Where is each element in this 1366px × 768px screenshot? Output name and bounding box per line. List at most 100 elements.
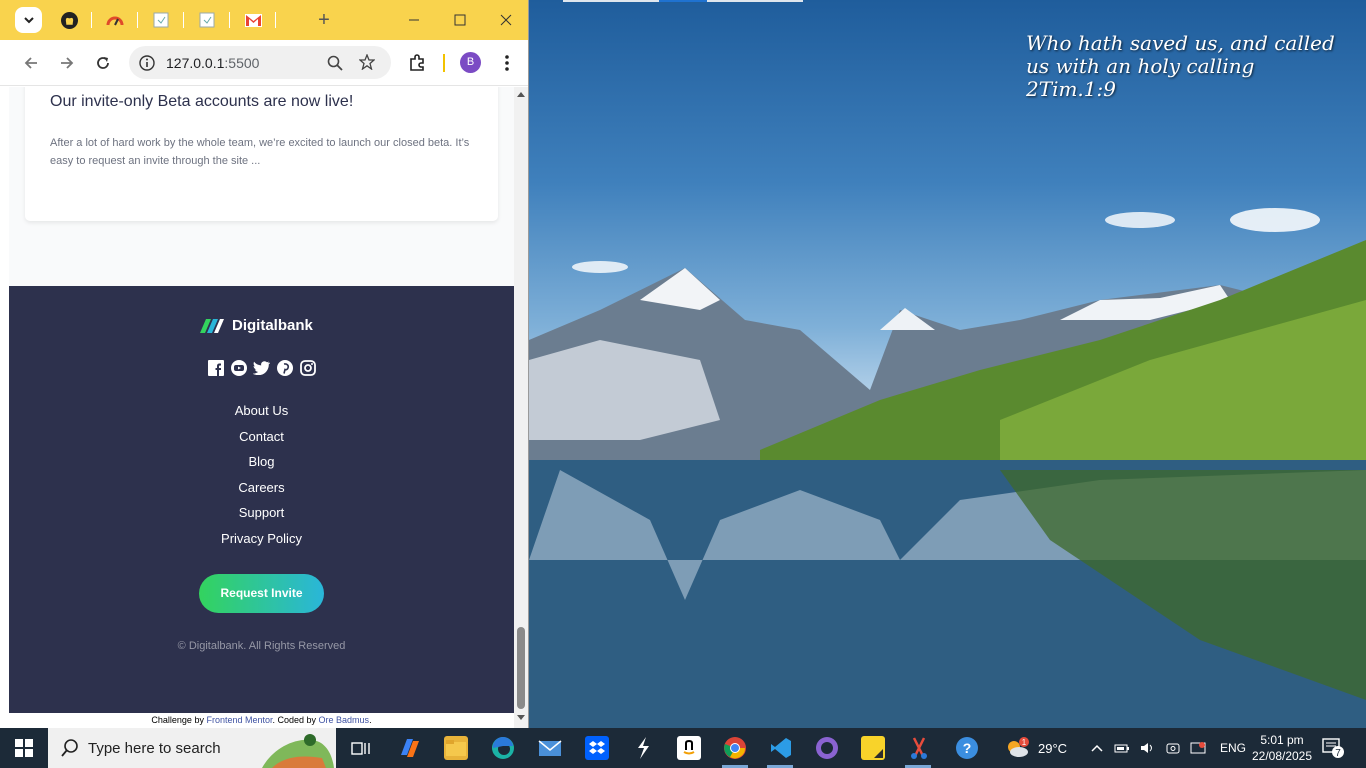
notification-count: 7	[1335, 748, 1341, 759]
camera-icon[interactable]	[1166, 741, 1180, 755]
kebab-menu-icon[interactable]	[504, 54, 510, 72]
reload-button[interactable]	[91, 51, 115, 75]
vscode-button[interactable]	[769, 736, 793, 760]
article-excerpt: After a lot of hard work by the whole te…	[50, 137, 470, 167]
quote-line: us with an holy calling	[1026, 54, 1255, 78]
address-host: 127.0.0.1	[166, 55, 225, 71]
forward-button[interactable]	[55, 51, 79, 75]
clock-time: 5:01 pm	[1260, 733, 1304, 747]
weather-widget[interactable]: 1 29°C	[1004, 728, 1067, 768]
attribution-middle: . Coded by	[272, 715, 319, 725]
amazon-icon	[683, 739, 695, 755]
file-explorer-icon	[446, 740, 466, 756]
language-indicator[interactable]: ENG	[1220, 741, 1246, 755]
quote-line: Who hath saved us, and called	[1026, 31, 1335, 55]
tab-separator	[91, 12, 92, 28]
article-title[interactable]: Our invite-only Beta accounts are now li…	[50, 93, 353, 111]
maximize-button[interactable]	[448, 8, 472, 32]
footer-link-support[interactable]: Support	[9, 504, 514, 530]
profile-avatar[interactable]: B	[460, 52, 481, 73]
snipping-tool-button[interactable]	[907, 736, 931, 760]
weather-temp: 29°C	[1038, 740, 1068, 756]
pinterest-link[interactable]	[276, 359, 293, 376]
edge-button[interactable]	[491, 736, 515, 760]
desktop-top-strip	[563, 0, 659, 2]
taskbar: Type here to search ? 1 29°C ENG 5:01 pm…	[0, 728, 1366, 768]
help-button[interactable]: ?	[955, 736, 979, 760]
back-button[interactable]	[19, 51, 43, 75]
twitter-link[interactable]	[253, 359, 270, 376]
tab-page-1[interactable]	[151, 10, 171, 30]
dropbox-button[interactable]	[585, 736, 609, 760]
instagram-link[interactable]	[299, 359, 316, 376]
footer-link-contact[interactable]: Contact	[9, 428, 514, 454]
page-icon	[153, 12, 169, 28]
browser-window: + 127.0.0.1:5500 B Our invite-only Beta …	[0, 0, 529, 728]
start-button[interactable]	[0, 728, 48, 768]
pinterest-icon	[276, 359, 293, 376]
article-card[interactable]: Our invite-only Beta accounts are now li…	[25, 87, 498, 221]
copilot-button[interactable]	[397, 736, 421, 760]
snipping-tool-icon	[911, 737, 927, 759]
gmail-icon	[244, 13, 262, 27]
youtube-link[interactable]	[230, 359, 247, 376]
site-info-icon[interactable]	[139, 55, 155, 71]
frontend-mentor-link[interactable]: Frontend Mentor	[206, 715, 272, 725]
tab-github[interactable]	[59, 10, 79, 30]
brand-name: Digitalbank	[232, 317, 313, 334]
address-text[interactable]: 127.0.0.1:5500	[166, 55, 259, 71]
network-icon[interactable]	[1190, 741, 1206, 755]
chevron-up-icon[interactable]	[1090, 742, 1104, 754]
volume-icon[interactable]	[1140, 741, 1156, 755]
page-viewport: Our invite-only Beta accounts are now li…	[9, 87, 514, 728]
scroll-thumb[interactable]	[517, 627, 525, 709]
extensions-icon[interactable]	[408, 54, 426, 72]
minimize-button[interactable]	[402, 8, 426, 32]
footer-logo[interactable]: Digitalbank	[200, 317, 313, 334]
close-button[interactable]	[494, 8, 518, 32]
clock[interactable]: 5:01 pm 22/08/2025	[1244, 732, 1320, 764]
tab-page-2[interactable]	[197, 10, 217, 30]
scroll-down-arrow[interactable]	[517, 715, 525, 720]
app-s-icon	[638, 737, 649, 759]
github-desktop-button[interactable]	[815, 736, 839, 760]
chrome-button[interactable]	[723, 736, 747, 760]
facebook-link[interactable]	[207, 359, 224, 376]
windows-logo-icon	[15, 739, 33, 757]
tab-gmail[interactable]	[243, 10, 263, 30]
file-explorer-button[interactable]	[444, 736, 468, 760]
taskbar-search[interactable]: Type here to search	[48, 728, 336, 768]
footer-link-about[interactable]: About Us	[9, 402, 514, 428]
minimize-icon	[409, 19, 419, 21]
bookmark-star-icon[interactable]	[359, 54, 375, 70]
footer-link-blog[interactable]: Blog	[9, 453, 514, 479]
chevron-down-icon	[23, 17, 34, 24]
tab-separator	[137, 12, 138, 28]
sticky-notes-button[interactable]	[861, 736, 885, 760]
tab-speed[interactable]	[105, 10, 125, 30]
scroll-up-arrow[interactable]	[517, 92, 525, 97]
notification-center-button[interactable]: 7	[1322, 737, 1344, 759]
author-link[interactable]: Ore Badmus	[319, 715, 370, 725]
request-invite-button[interactable]: Request Invite	[199, 574, 324, 613]
search-placeholder: Type here to search	[88, 740, 221, 757]
maximize-icon	[454, 14, 466, 26]
zoom-icon[interactable]	[327, 55, 343, 71]
page-scrollbar[interactable]	[514, 87, 528, 728]
mail-button[interactable]	[538, 736, 562, 760]
facebook-icon	[207, 359, 224, 376]
instagram-icon	[299, 359, 316, 376]
tab-search-button[interactable]	[15, 7, 42, 33]
github-icon	[60, 11, 78, 29]
footer-link-privacy[interactable]: Privacy Policy	[9, 530, 514, 556]
new-tab-button[interactable]: +	[314, 8, 334, 32]
amazon-button[interactable]	[677, 736, 701, 760]
address-bar[interactable]: 127.0.0.1:5500	[129, 46, 391, 79]
attribution-suffix: .	[369, 715, 372, 725]
task-view-button[interactable]	[349, 736, 373, 760]
footer-link-careers[interactable]: Careers	[9, 479, 514, 505]
battery-icon[interactable]	[1114, 742, 1130, 754]
task-view-icon	[351, 742, 370, 755]
toolbar-divider	[443, 54, 445, 72]
app-s-button[interactable]	[631, 736, 655, 760]
